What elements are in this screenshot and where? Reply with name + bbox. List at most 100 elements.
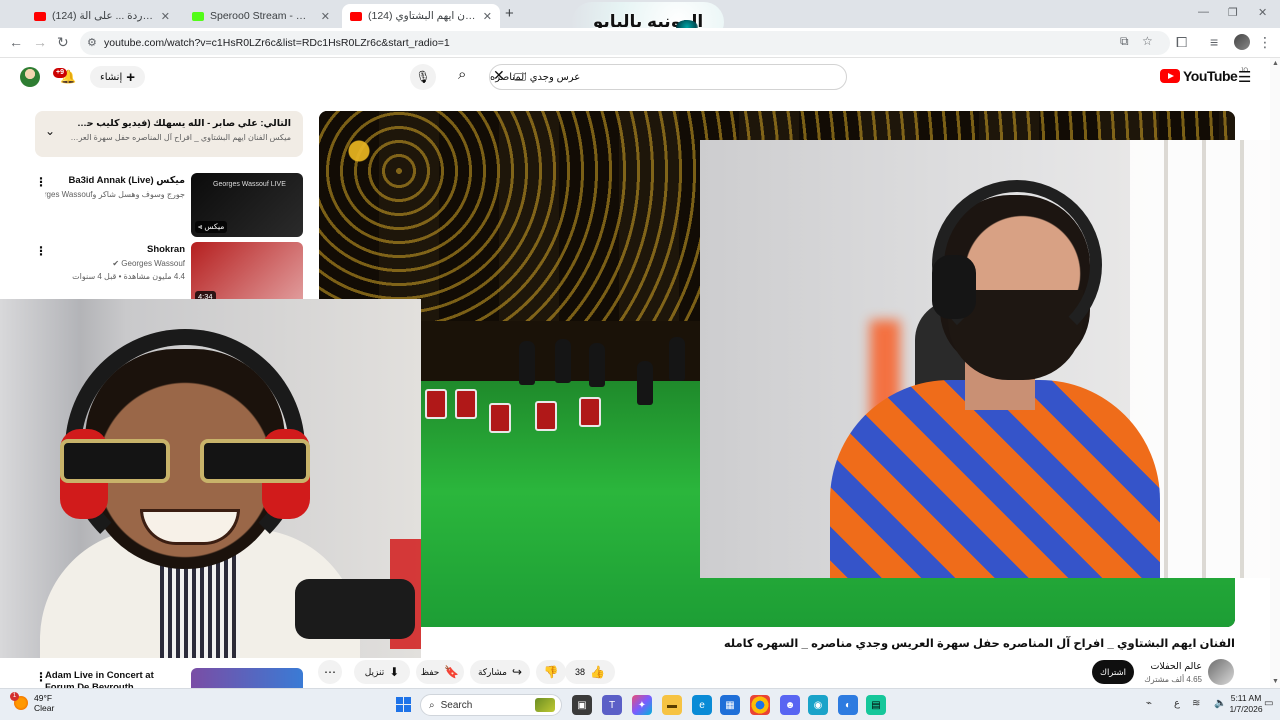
search-highlight-icon — [535, 698, 555, 712]
search-button-icon[interactable]: ⌕ — [458, 66, 466, 83]
create-label: إنشاء — [100, 71, 123, 83]
windows-taskbar: 1 49°F Clear ⌕ Search ▣ T ✦ ▬ e ▦ ☻ ◉ ◐ … — [0, 688, 1280, 720]
tab-1[interactable]: (124) محوز وردة ... على الة ✕ — [26, 4, 178, 28]
edge-icon[interactable]: e — [692, 695, 712, 715]
video-chair — [489, 403, 511, 433]
share-icon: ↪ — [512, 665, 523, 679]
back-icon[interactable]: ← — [9, 34, 23, 50]
scroll-up-icon[interactable]: ▲ — [1272, 60, 1279, 67]
cast-icon[interactable]: ⧉ — [1120, 34, 1129, 49]
video-person — [637, 361, 653, 405]
tab-2[interactable]: Speroo0 Stream - Watch Live o ✕ — [184, 4, 338, 28]
browser-app-icon[interactable]: ◐ — [838, 695, 858, 715]
youtube-logo[interactable]: YouTube JO — [1160, 68, 1248, 84]
network-icon[interactable]: ⌁ — [1146, 698, 1152, 709]
sunglasses-lens — [60, 439, 170, 483]
bookmark-star-icon[interactable]: ☆ — [1142, 34, 1153, 48]
account-avatar[interactable] — [20, 67, 40, 87]
system-clock[interactable]: 5:11 AM 1/7/2026 — [1222, 693, 1270, 715]
close-tab-icon[interactable]: ✕ — [161, 10, 170, 23]
weather-badge: 1 — [10, 692, 19, 701]
windows-start-icon[interactable] — [396, 697, 411, 712]
scroll-down-icon[interactable]: ▼ — [1272, 678, 1279, 685]
youtube-header: YouTube JO ☰ عرس وجدي المناصره — [0, 58, 1280, 98]
notifications-badge: +9 — [53, 68, 67, 78]
video-chair — [579, 397, 601, 427]
reload-icon[interactable]: ↻ — [57, 34, 69, 51]
download-button[interactable]: ⬇ تنزيل — [354, 660, 410, 684]
tab-3-active[interactable]: (124) الفنان ايهم البشتاوي _ ✕ — [342, 4, 500, 28]
share-button[interactable]: ↪ مشاركة — [470, 660, 530, 684]
streamer-webcam-left — [0, 299, 421, 658]
address-bar[interactable]: ⚙ youtube.com/watch?v=c1HsR0LZr6c&list=R… — [80, 31, 1170, 55]
copilot-icon[interactable]: ✦ — [632, 695, 652, 715]
video-thumbnail[interactable]: 4:34 — [191, 242, 303, 306]
file-explorer-icon[interactable]: ▬ — [662, 695, 682, 715]
wifi-icon[interactable]: ≋ — [1192, 698, 1200, 709]
minimize-icon[interactable]: — — [1198, 6, 1209, 18]
playlist-up-next-panel[interactable]: التالي: علي صابر - الله يسهلك (فيديو كلي… — [35, 111, 303, 157]
channel-avatar[interactable] — [1208, 659, 1234, 685]
screen: (124) محوز وردة ... على الة ✕ Speroo0 St… — [0, 0, 1280, 720]
more-options-icon[interactable]: ⋮ — [35, 175, 47, 189]
address-text: youtube.com/watch?v=c1HsR0LZr6c&list=RDc… — [104, 37, 450, 49]
recommendation-title: ميكس Ba3id Annak (Live) — [68, 175, 185, 186]
search-input[interactable]: عرس وجدي المناصره — [489, 64, 847, 90]
forward-icon[interactable]: → — [33, 34, 47, 50]
youtube-favicon-icon — [34, 11, 46, 21]
keyboard-icon[interactable] — [514, 73, 526, 81]
dislike-button[interactable]: 👎 — [536, 660, 566, 684]
weather-text: 49°F Clear — [34, 693, 55, 713]
close-window-icon[interactable]: ✕ — [1258, 6, 1267, 19]
weather-widget[interactable]: 1 49°F Clear — [10, 692, 55, 713]
chrome-icon[interactable] — [750, 695, 770, 715]
video-thumbnail[interactable]: Georges Wassouf LIVE ميكس ⫸ — [191, 173, 303, 237]
more-actions-button[interactable]: ⋯ — [318, 660, 342, 684]
recommendation-item[interactable]: 4:34 Shokran Georges Wassouf ✔ 4.4 مليون… — [35, 242, 303, 306]
recommendation-item[interactable]: Georges Wassouf LIVE ميكس ⫸ ميكس Ba3id A… — [35, 173, 303, 237]
like-button[interactable]: 👍 38 — [565, 660, 615, 684]
thumbs-up-icon: 👍 — [590, 665, 605, 679]
more-options-icon[interactable]: ⋮ — [35, 244, 47, 258]
sunglasses-lens — [200, 439, 310, 483]
active-app-icon[interactable]: ▤ — [866, 695, 886, 715]
extensions-icon[interactable]: ⧠ — [1176, 34, 1187, 51]
more-options-icon[interactable]: ⋮ — [35, 670, 47, 684]
maximize-icon[interactable]: ❐ — [1228, 6, 1238, 19]
page-scrollbar[interactable]: ▲ ▼ — [1270, 58, 1280, 688]
recommendation-channel: Georges Wassouf ✔ — [112, 259, 185, 268]
browser-profile-avatar[interactable] — [1234, 34, 1250, 50]
close-tab-icon[interactable]: ✕ — [483, 10, 492, 23]
subscribe-button[interactable]: اشتراك — [1092, 660, 1134, 684]
chevron-down-icon[interactable]: ⌄ — [45, 124, 55, 138]
site-info-icon[interactable]: ⚙ — [87, 36, 97, 49]
microphone-icon: 🎙 — [415, 70, 431, 84]
browser-menu-icon[interactable]: ⋮ — [1258, 34, 1272, 51]
recommendation-item[interactable]: Adam Live in Concert at Forum De Beyrout… — [35, 668, 303, 693]
voice-search-button[interactable]: 🎙 — [410, 64, 436, 90]
create-button[interactable]: إنشاء + — [90, 66, 145, 88]
language-indicator[interactable]: ع — [1174, 698, 1180, 709]
guide-menu-icon[interactable]: ☰ — [1238, 68, 1251, 86]
app-icon[interactable]: ◉ — [808, 695, 828, 715]
taskbar-search-box[interactable]: ⌕ Search — [420, 694, 562, 716]
teams-icon[interactable]: T — [602, 695, 622, 715]
microphone-arm — [295, 579, 415, 639]
clock-time: 5:11 AM — [1230, 693, 1262, 703]
reading-list-icon[interactable]: ≡ — [1210, 34, 1218, 50]
video-title: الفنان ايهم البشتاوي _ افراح آل المناصره… — [723, 638, 1235, 650]
share-label: مشاركة — [477, 666, 507, 677]
save-button[interactable]: 🔖 حفظ — [416, 660, 464, 684]
kick-favicon-icon — [192, 11, 204, 21]
notification-center-icon[interactable]: ▭ — [1264, 698, 1273, 709]
store-icon[interactable]: ▦ — [720, 695, 740, 715]
discord-icon[interactable]: ☻ — [780, 695, 800, 715]
new-tab-button[interactable]: + — [505, 5, 514, 22]
clear-search-icon[interactable]: ✕ — [493, 67, 505, 84]
video-thumbnail[interactable] — [191, 668, 303, 690]
video-chair — [535, 401, 557, 431]
headset-earcup — [932, 255, 976, 319]
close-tab-icon[interactable]: ✕ — [321, 10, 330, 23]
task-view-icon[interactable]: ▣ — [572, 695, 592, 715]
video-chair — [425, 389, 447, 419]
